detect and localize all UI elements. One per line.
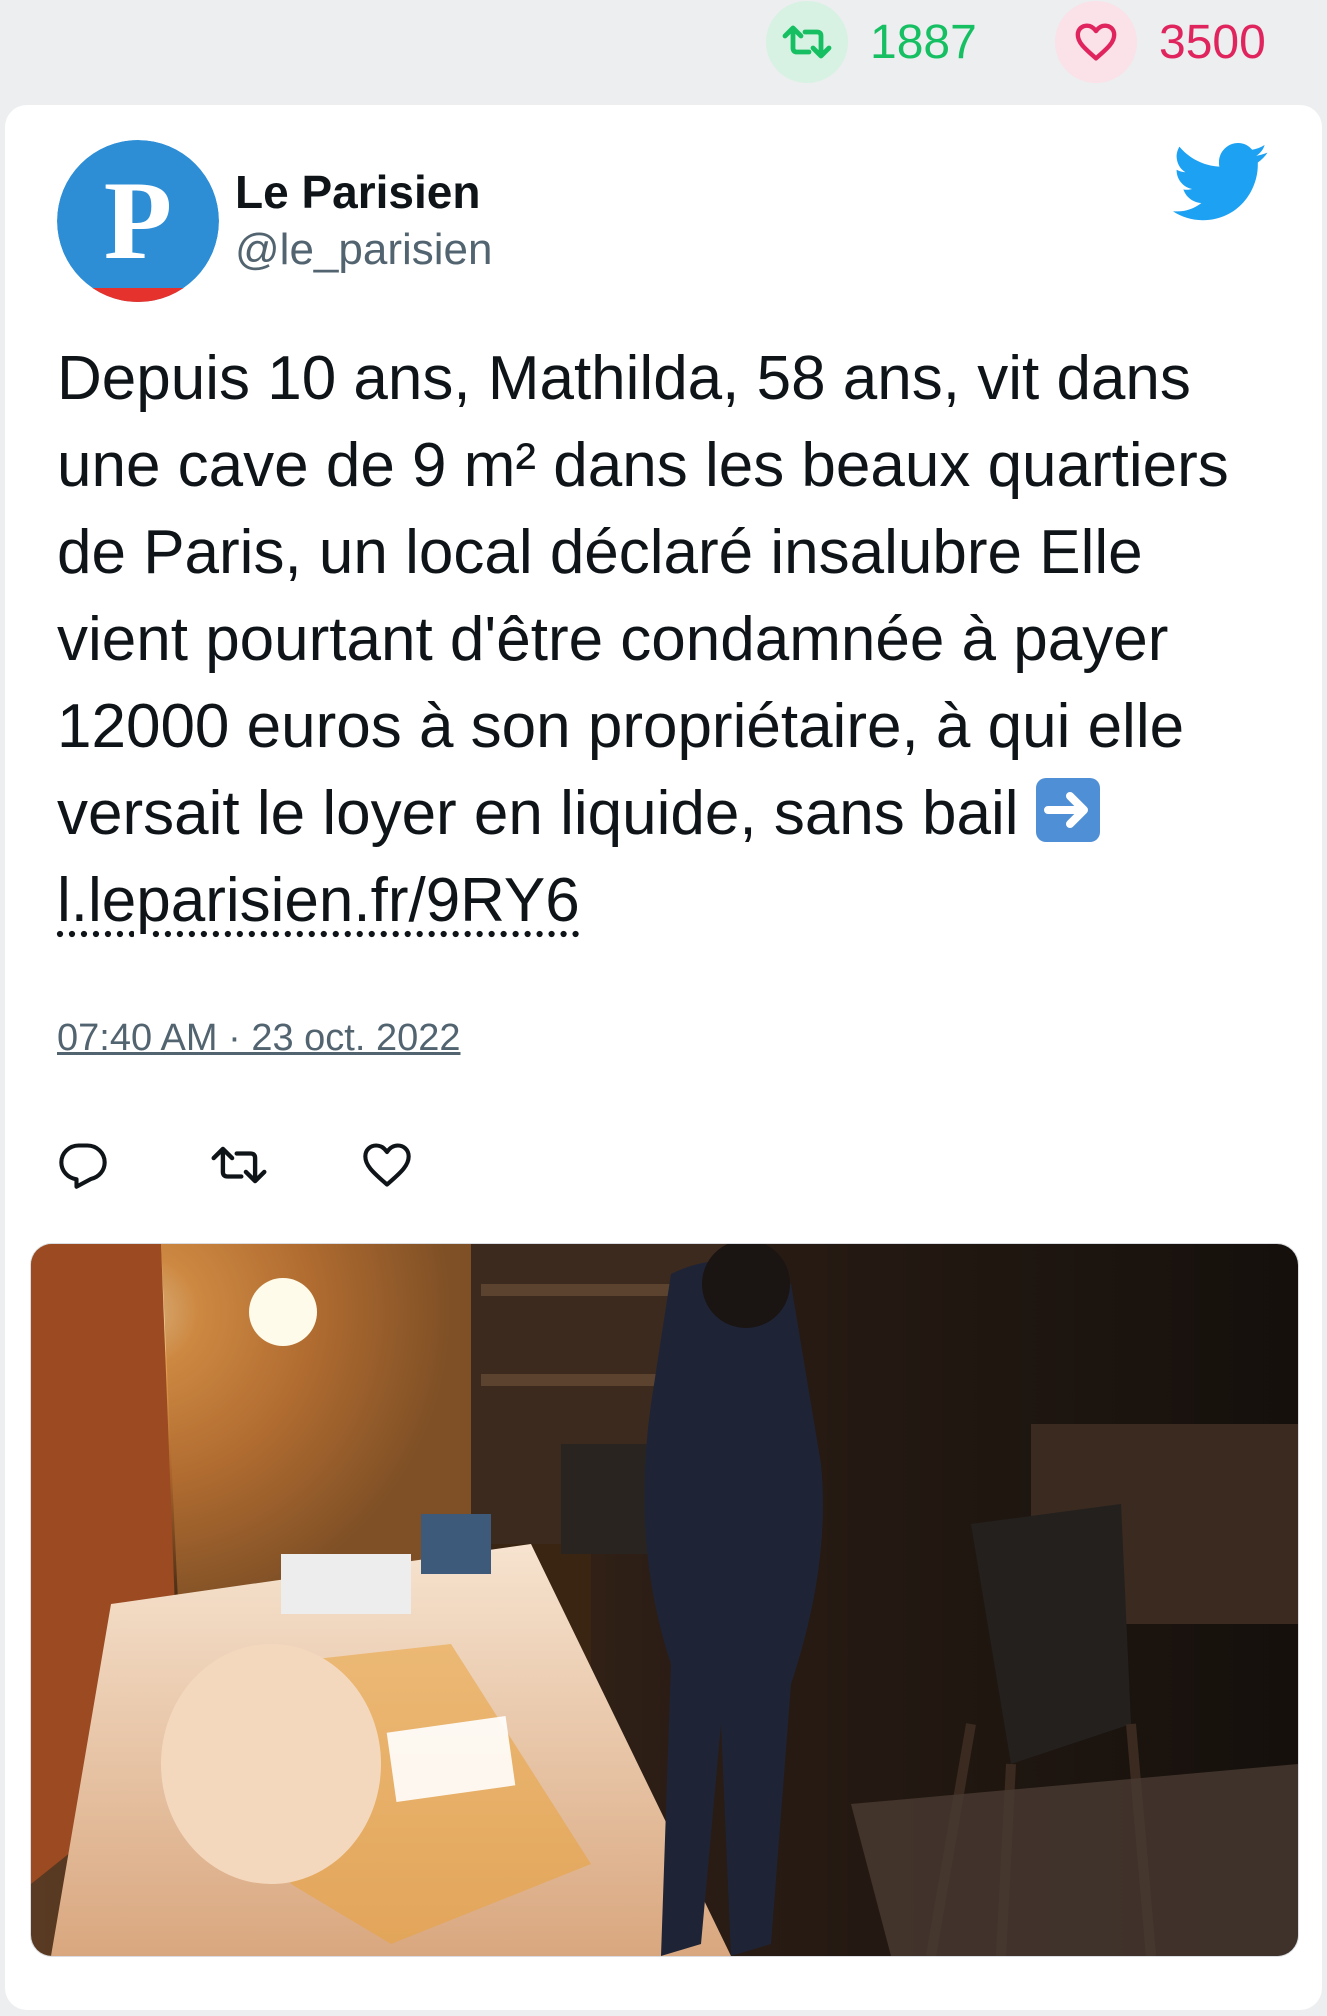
reply-icon[interactable] — [57, 1141, 109, 1194]
twitter-bird-icon[interactable] — [1173, 143, 1269, 228]
avatar[interactable]: P — [57, 140, 219, 302]
retweet-count: 1887 — [870, 15, 977, 69]
right-arrow-emoji-icon — [1035, 778, 1100, 842]
heart-icon[interactable] — [1055, 1, 1137, 83]
heart-icon[interactable] — [361, 1141, 413, 1194]
like-stat[interactable]: 3500 — [1055, 1, 1266, 83]
author-name[interactable]: Le Parisien — [235, 165, 480, 219]
retweet-stat[interactable]: 1887 — [766, 1, 977, 83]
engagement-bar: 1887 3500 — [0, 0, 1327, 100]
tweet-card: P Le Parisien @le_parisien Depuis 10 ans… — [5, 105, 1322, 2010]
tweet-text: Depuis 10 ans, Mathilda, 58 ans, vit dan… — [57, 335, 1277, 944]
like-count: 3500 — [1159, 15, 1266, 69]
tweet-body: Depuis 10 ans, Mathilda, 58 ans, vit dan… — [57, 344, 1229, 848]
avatar-letter: P — [104, 159, 172, 283]
retweet-icon[interactable] — [209, 1142, 269, 1193]
retweet-icon[interactable] — [766, 1, 848, 83]
like-button[interactable] — [361, 1135, 513, 1199]
retweet-button[interactable] — [209, 1135, 361, 1199]
tweet-photo[interactable] — [30, 1243, 1299, 1957]
author-handle[interactable]: @le_parisien — [235, 225, 492, 275]
reply-button[interactable] — [57, 1135, 209, 1199]
tweet-link[interactable]: l.leparisien.fr/9RY6 — [57, 866, 580, 935]
action-bar — [57, 1135, 513, 1199]
timestamp[interactable]: 07:40 AM · 23 oct. 2022 — [57, 1017, 461, 1060]
